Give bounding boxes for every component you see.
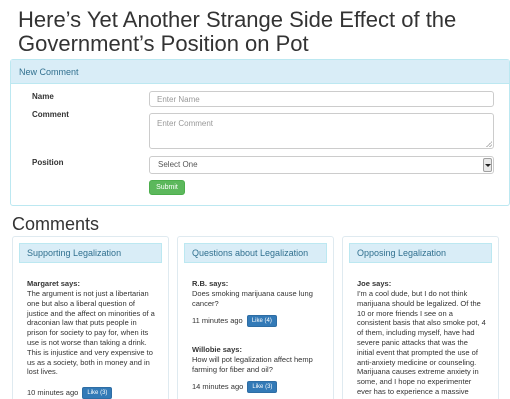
comment-item: Margaret says: The argument is not just … bbox=[27, 279, 157, 377]
questions-heading: Questions about Legalization bbox=[184, 243, 327, 263]
comment-meta: 11 minutes ago Like (4) bbox=[192, 315, 277, 328]
comment-meta: 10 minutes ago Like (3) bbox=[27, 387, 113, 399]
page-title: Here’s Yet Another Strange Side Effect o… bbox=[18, 7, 457, 56]
like-button[interactable]: Like (3) bbox=[247, 381, 278, 394]
comment-time: 11 minutes ago bbox=[192, 316, 243, 325]
like-button[interactable]: Like (4) bbox=[246, 315, 277, 328]
comment-text: Does smoking marijuana cause lung cancer… bbox=[192, 289, 313, 308]
comment-text: I'm a cool dude, but I do not think mari… bbox=[357, 289, 486, 396]
comment-author: R.B. says: bbox=[192, 279, 229, 288]
new-comment-heading: New Comment bbox=[11, 60, 509, 84]
like-button[interactable]: Like (3) bbox=[82, 387, 113, 399]
opposing-heading: Opposing Legalization bbox=[349, 243, 492, 263]
comment-label: Comment bbox=[32, 110, 69, 119]
comment-item: Willobie says: How will pot legalization… bbox=[192, 345, 322, 375]
position-select[interactable]: Select One bbox=[149, 156, 494, 174]
comment-textarea[interactable] bbox=[149, 113, 494, 149]
opposing-column: Opposing Legalization Joe says: I'm a co… bbox=[342, 236, 499, 399]
chevron-down-icon[interactable] bbox=[483, 158, 492, 172]
comment-text: The argument is not just a libertarian o… bbox=[27, 289, 155, 377]
comment-text: How will pot legalization affect hemp fa… bbox=[192, 355, 313, 374]
comment-time: 10 minutes ago bbox=[27, 388, 79, 397]
position-select-value: Select One bbox=[158, 160, 198, 169]
questions-column: Questions about Legalization R.B. says: … bbox=[177, 236, 334, 399]
new-comment-panel: New Comment Name Comment Position Select… bbox=[10, 59, 510, 206]
submit-button[interactable]: Submit bbox=[149, 180, 185, 195]
comment-meta: 14 minutes ago Like (3) bbox=[192, 381, 278, 394]
supporting-column: Supporting Legalization Margaret says: T… bbox=[12, 236, 169, 399]
name-input[interactable] bbox=[149, 91, 494, 107]
position-label: Position bbox=[32, 158, 64, 167]
comments-title: Comments bbox=[12, 214, 100, 234]
comment-field-wrapper bbox=[149, 113, 494, 149]
comment-author: Willobie says: bbox=[192, 345, 242, 354]
comment-item: R.B. says: Does smoking marijuana cause … bbox=[192, 279, 322, 309]
supporting-heading: Supporting Legalization bbox=[19, 243, 162, 263]
comment-item: Joe says: I'm a cool dude, but I do not … bbox=[357, 279, 487, 397]
comment-author: Margaret says: bbox=[27, 279, 80, 288]
name-label: Name bbox=[32, 92, 54, 101]
comment-author: Joe says: bbox=[357, 279, 392, 288]
comment-time: 14 minutes ago bbox=[192, 382, 244, 391]
